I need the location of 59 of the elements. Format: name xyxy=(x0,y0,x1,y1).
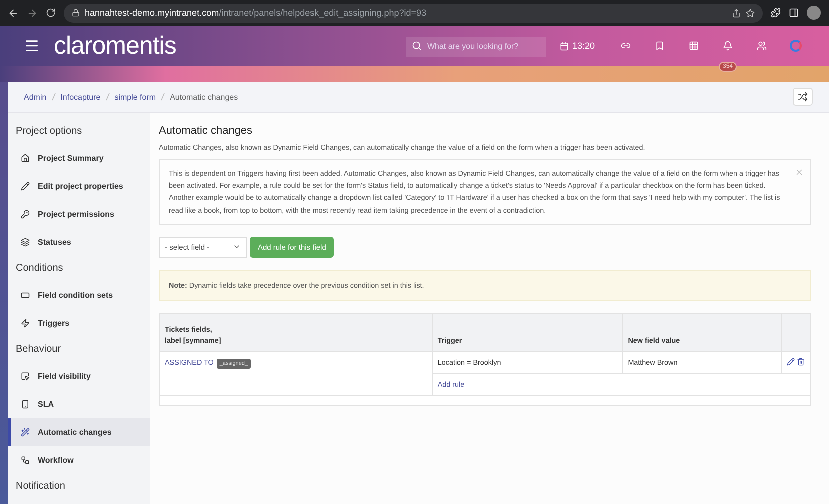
edit-icon[interactable] xyxy=(787,358,795,366)
breadcrumb-link[interactable]: Infocapture xyxy=(60,92,101,102)
sidebar-item[interactable]: Field visibility xyxy=(8,362,150,390)
delete-icon[interactable] xyxy=(797,358,805,366)
puzzle-icon xyxy=(771,8,781,18)
sidebar-item[interactable]: Project permissions xyxy=(8,200,150,228)
link-icon xyxy=(621,41,631,51)
layers-icon xyxy=(21,238,30,246)
menu-icon xyxy=(24,38,40,54)
shuffle-icon xyxy=(798,92,808,102)
breadcrumb-link[interactable]: Automatic changes xyxy=(170,92,238,102)
url-path: /intranet/panels/helpdesk_edit_assigning.php?id=93 xyxy=(219,8,426,18)
url-host: hannahtest-demo.myintranet.com xyxy=(85,8,220,18)
reload-icon xyxy=(46,8,56,18)
sidebar-heading: Project options xyxy=(15,125,84,139)
clock-time: 13:20 xyxy=(560,41,595,51)
profile-avatar[interactable] xyxy=(807,6,821,20)
shuffle-button[interactable] xyxy=(793,88,813,106)
star-icon xyxy=(746,8,755,18)
rectangle-icon xyxy=(21,290,30,300)
sidebar-item[interactable]: Project Summary xyxy=(8,144,150,172)
cursor-icon xyxy=(21,372,30,380)
panel-icon xyxy=(789,8,799,18)
search-icon xyxy=(412,41,422,51)
back-icon xyxy=(8,8,19,18)
separator-icon xyxy=(106,93,110,101)
sidebar-item[interactable]: Workflow xyxy=(8,446,150,474)
sidebar-item[interactable]: Statuses xyxy=(8,228,150,256)
separator-icon xyxy=(52,93,56,101)
sidebar-item[interactable]: SLA xyxy=(8,390,150,418)
forward-icon xyxy=(27,8,38,18)
sidebar-item[interactable]: Edit project properties xyxy=(8,172,150,200)
sidebar-heading: Behaviour xyxy=(15,343,62,357)
bookmark-icon xyxy=(655,41,665,51)
lock-icon xyxy=(72,9,80,17)
share-icon xyxy=(732,8,741,18)
calendar-icon xyxy=(560,42,570,50)
pencil-icon xyxy=(21,182,30,190)
key-icon xyxy=(21,210,30,218)
phone-icon xyxy=(21,400,30,408)
lightning-icon xyxy=(21,318,30,328)
sidebar-heading: Notification xyxy=(15,480,66,494)
sidebar-item[interactable]: Field condition sets xyxy=(8,281,150,309)
workflow-icon xyxy=(21,456,30,464)
logo[interactable]: claromentis xyxy=(54,32,406,60)
breadcrumb-link[interactable]: simple form xyxy=(114,92,156,102)
grid-icon xyxy=(689,41,699,51)
separator-icon xyxy=(161,93,166,101)
address-bar[interactable]: hannahtest-demo.myintranet.com/intranet/panels/helpdesk_edit_assigning.php?id=93 xyxy=(64,4,763,22)
sidebar-heading: Conditions xyxy=(15,262,64,276)
close-icon xyxy=(795,168,804,177)
sidebar-item[interactable]: Automatic changes xyxy=(8,418,150,446)
sidebar-item[interactable]: Triggers xyxy=(8,309,150,337)
breadcrumb-link[interactable]: Admin xyxy=(24,92,47,102)
people-icon xyxy=(757,41,767,51)
home-icon xyxy=(21,154,30,162)
page-title: Automatic changes xyxy=(159,125,254,137)
wand-icon xyxy=(21,428,30,436)
bell-icon xyxy=(723,41,733,51)
